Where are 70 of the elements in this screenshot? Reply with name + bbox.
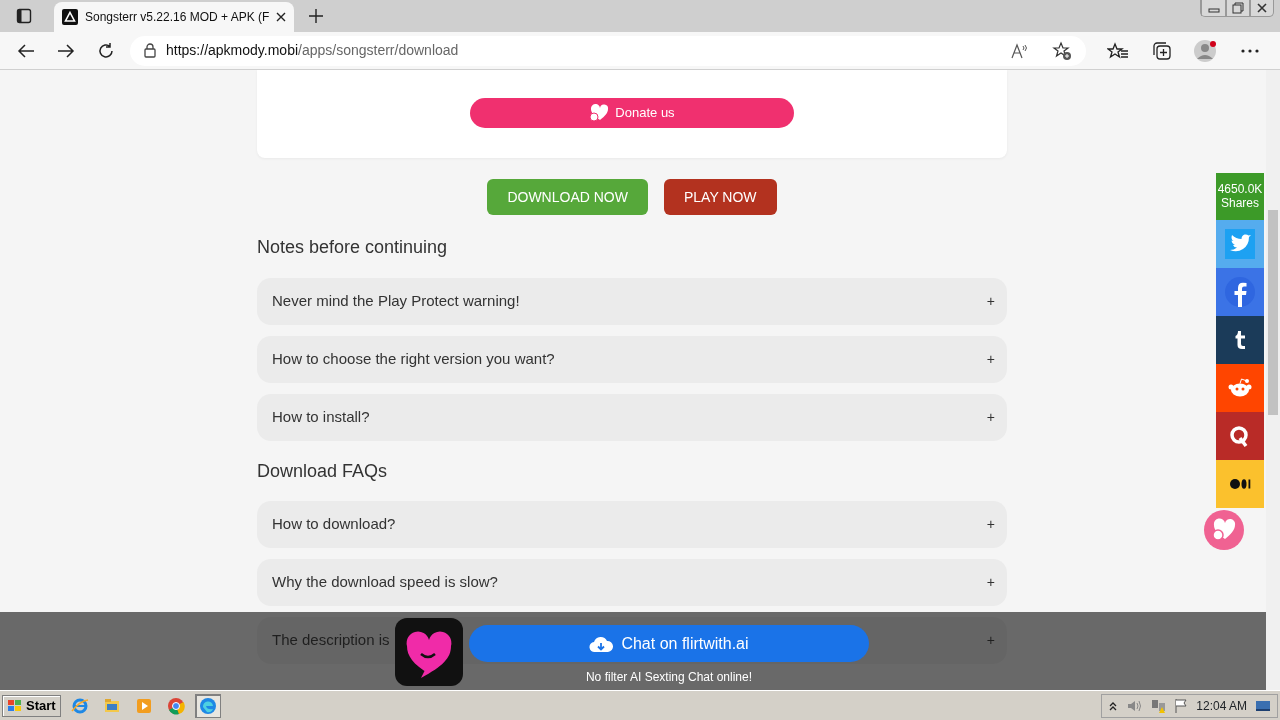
tab-title: Songsterr v5.22.16 MOD + APK (F [85,9,269,26]
share-count-number: 4650.0K [1216,182,1264,196]
expand-toggle[interactable]: + [986,406,995,428]
play-button[interactable]: PLAY NOW [663,179,777,215]
ie-icon [70,696,89,715]
chrome-icon [166,696,185,715]
expand-toggle[interactable]: + [986,290,995,312]
show-desktop-icon[interactable] [1255,699,1271,712]
favorite-add-icon[interactable] [1052,40,1072,61]
flag-icon[interactable] [1174,697,1189,714]
network-icon[interactable] [1150,697,1167,714]
heart-app-icon[interactable] [395,618,463,686]
more-icon[interactable] [1241,48,1259,53]
faq-item[interactable]: How to choose the right version you want? + [257,335,1007,383]
faq-question: How to download? [272,514,396,535]
chat-button[interactable]: Chat on flirtwith.ai [469,625,869,662]
start-button[interactable]: Start [2,694,61,717]
section-heading: Notes before continuing [257,237,449,259]
scroll-thumb[interactable] [1268,210,1278,415]
refresh-icon[interactable] [97,41,115,60]
windows-logo-icon [7,698,23,713]
edge-taskbar-button[interactable] [194,693,221,718]
clock-time: 12:04 AM [1196,697,1247,715]
faq-item[interactable]: How to download? + [257,501,1007,549]
medium-logo-icon [1229,478,1251,490]
ad-caption: No filter AI Sexting Chat online! [584,669,754,686]
url-text: https://apkmody.mobi/apps/songsterr/download [166,41,460,60]
back-icon[interactable] [17,42,35,59]
browser-tab[interactable]: Songsterr v5.22.16 MOD + APK (F [54,2,294,32]
section-heading: Download FAQs [257,460,389,483]
expand-toggle[interactable]: + [986,514,995,536]
faq-item[interactable]: Never mind the Play Protect warning! + [257,277,1007,325]
lock-icon [144,43,156,58]
close-icon[interactable] [276,12,286,22]
heart-coin-icon [1211,518,1237,542]
forward-icon[interactable] [57,42,75,59]
faq-question: The description is [272,630,390,651]
new-tab-icon[interactable] [308,8,324,24]
scrollbar[interactable] [1266,70,1280,690]
read-aloud-icon[interactable] [1010,42,1028,59]
share-count-label: Shares [1220,196,1260,210]
twitter-share-button[interactable] [1216,220,1264,268]
faq-question: Never mind the Play Protect warning! [272,290,520,311]
folder-icon [102,696,121,715]
faq-question: How to install? [272,406,370,427]
expand-toggle[interactable]: + [986,348,995,370]
media-icon [134,696,153,715]
cloud-download-icon [589,634,614,653]
quora-share-button[interactable] [1216,412,1264,460]
tumblr-logo-icon [1234,330,1246,350]
tab-actions-icon[interactable] [16,8,32,24]
facebook-share-button[interactable] [1216,268,1264,316]
medium-share-button[interactable] [1216,460,1264,508]
twitter-logo-icon [1223,227,1257,261]
faq-item[interactable]: Why the download speed is slow? + [257,559,1007,607]
chevron-up-icon[interactable] [1108,700,1119,711]
collections-icon[interactable] [1152,40,1172,61]
facebook-logo-icon [1223,275,1257,309]
faq-item[interactable]: How to install? + [257,393,1007,441]
edge-icon [198,696,217,715]
expand-toggle[interactable]: + [986,572,995,594]
address-bar[interactable]: https://apkmody.mobi/apps/songsterr/download [130,35,1086,66]
triangle-logo-icon [62,9,78,25]
tumblr-share-button[interactable] [1216,316,1264,364]
donate-button[interactable]: Donate us [470,98,794,128]
profile-avatar-icon[interactable] [1194,38,1218,63]
heart-coin-icon [589,104,610,122]
faq-question: How to choose the right version you want? [272,348,555,369]
faq-question: Why the download speed is slow? [272,572,498,593]
favorites-icon[interactable] [1107,41,1129,60]
